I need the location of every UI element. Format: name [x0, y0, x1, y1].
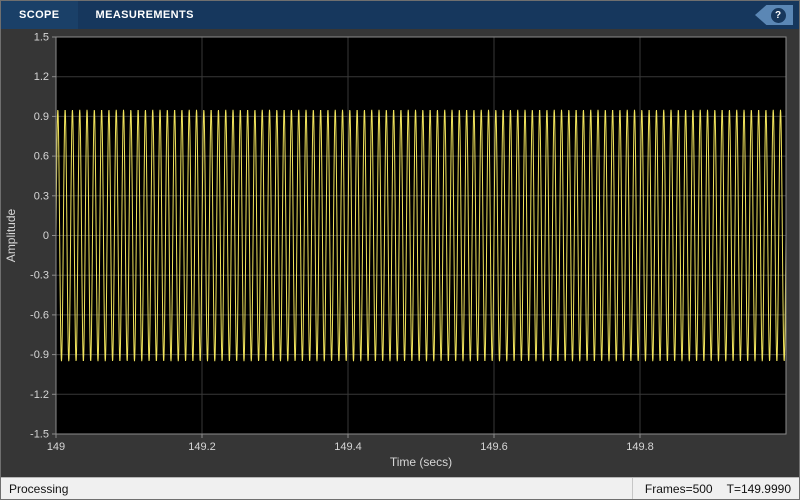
status-counters: Frames=500 T=149.9990 — [631, 478, 791, 499]
x-tick-label: 149.4 — [334, 441, 362, 453]
toolstrip: SCOPE MEASUREMENTS ? — [1, 1, 799, 29]
y-tick-label: -1.2 — [30, 389, 49, 401]
sim-time: T=149.9990 — [726, 481, 791, 496]
y-tick-label: -0.3 — [30, 270, 49, 282]
y-tick-label: 0.9 — [34, 111, 49, 123]
x-tick-label: 149.2 — [188, 441, 216, 453]
scope-canvas: 149 149.2 149.4 149.6 149.8 -1.5 -1.2 -0.9 -0.6 -… — [4, 32, 787, 469]
frames-count: Frames=500 — [644, 481, 713, 496]
y-tick-label: -0.6 — [30, 309, 49, 321]
y-tick-label: 1.2 — [34, 71, 49, 83]
x-axis-title: Time (secs) — [390, 455, 452, 469]
waveform-plot: 149 149.2 149.4 149.6 149.8 -1.5 -1.2 -0.9 -0.6 -… — [1, 29, 799, 477]
y-tick-label: 0.6 — [34, 151, 49, 163]
y-axis-title: Amplitude — [4, 209, 18, 263]
tab-measurements[interactable]: MEASUREMENTS — [78, 1, 212, 29]
y-tick-label: 0 — [43, 230, 49, 242]
y-tick-label: 1.5 — [34, 32, 49, 44]
question-mark-icon: ? — [770, 7, 786, 23]
x-tick-label: 149.6 — [480, 441, 508, 453]
scope-window: SCOPE MEASUREMENTS ? 149 149.2 149.4 149.6 1… — [0, 0, 800, 500]
status-bar: Processing Frames=500 T=149.9990 — [1, 477, 799, 499]
status-processing: Processing — [9, 481, 69, 496]
x-tick-label: 149.8 — [626, 441, 654, 453]
tab-scope[interactable]: SCOPE — [1, 1, 78, 29]
y-tick-label: 0.3 — [34, 190, 49, 202]
y-tick-label: -1.5 — [30, 429, 49, 441]
x-tick-label: 149 — [47, 441, 65, 453]
help-button[interactable]: ? — [755, 5, 793, 25]
y-tick-label: -0.9 — [30, 349, 49, 361]
